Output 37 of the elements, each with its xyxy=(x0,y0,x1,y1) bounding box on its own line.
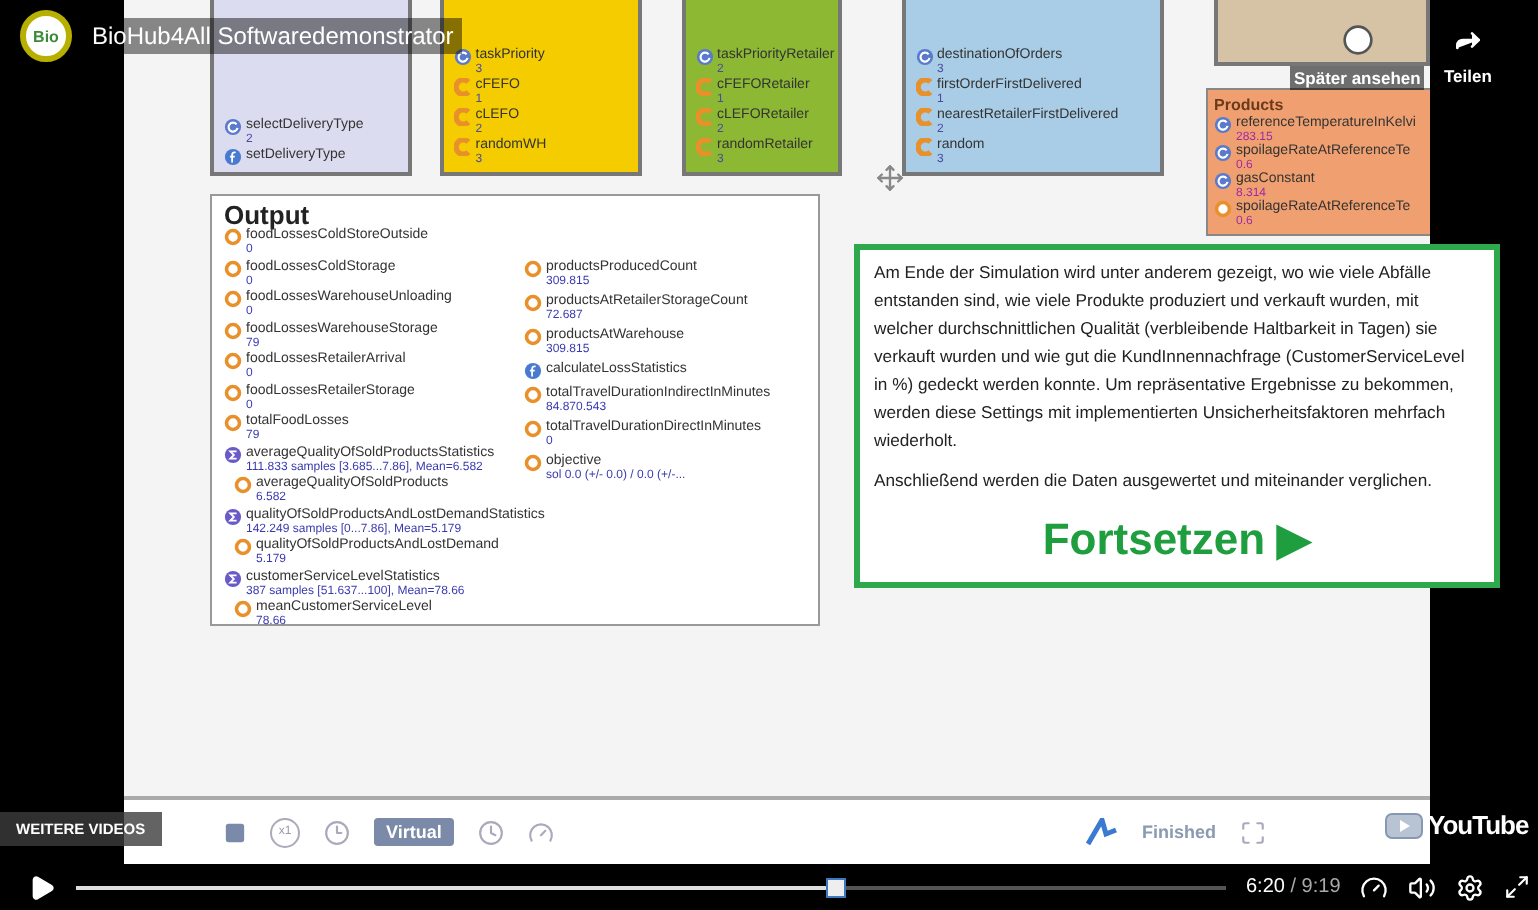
move-cursor-icon xyxy=(876,164,904,192)
variable-icon xyxy=(1214,200,1232,218)
statistics-icon xyxy=(224,445,242,463)
function-icon xyxy=(224,148,242,166)
progress-handle[interactable] xyxy=(826,877,847,897)
variable-icon xyxy=(234,538,252,556)
volume-icon[interactable] xyxy=(1408,873,1437,901)
parameter-icon xyxy=(1214,172,1232,190)
play-icon[interactable] xyxy=(28,873,56,901)
action-label[interactable]: Später ansehen xyxy=(1290,66,1425,90)
statistics-icon xyxy=(224,507,242,525)
mode-button[interactable]: Virtual xyxy=(374,818,454,846)
parameter-icon xyxy=(1214,144,1232,162)
parameter-icon xyxy=(695,48,713,66)
parameter-icon xyxy=(1214,116,1232,134)
status-text: Finished xyxy=(1141,822,1216,842)
function-icon xyxy=(524,362,542,380)
brand-logo[interactable]: YouTube xyxy=(1428,810,1529,840)
gauge-icon[interactable] xyxy=(1360,873,1389,901)
panel-title: Output xyxy=(224,202,310,228)
logo-icon xyxy=(1085,818,1118,846)
variable-icon xyxy=(234,600,252,618)
stop-icon[interactable] xyxy=(224,821,246,843)
variable-icon xyxy=(234,476,252,494)
continue-link[interactable]: Fortsetzen ▶ xyxy=(1042,514,1312,566)
statistics-icon xyxy=(224,569,242,587)
parameter-icon xyxy=(453,48,472,66)
action-label[interactable]: Teilen xyxy=(1444,66,1492,86)
info-paragraph: Am Ende der Simulation wird unter anderem gezeigt, wo wie viele Abfälle entstanden sind, wie viele Produkte produziert und verkauft wurden, mit welcher durchschnittlichen Qualität (verbleibende Haltbarkeit in Tagen) sie verkauft wurden und wie gut die KundInnennachfrage (CustomerServiceLevel in %) gedeckt werden konnte. Um repräsentative Ergebnisse zu bekommen, werden diese Settings mit implementierten Unsicherheitsfaktoren mehrfach wiederholt. xyxy=(874,260,1467,454)
panel-title: Products xyxy=(1214,96,1286,114)
fullscreen-icon[interactable] xyxy=(1504,874,1531,900)
parameter-icon xyxy=(915,48,933,66)
time-display: 6:20 / 9:19 xyxy=(1246,876,1341,898)
info-paragraph: Anschließend werden die Daten ausgewertet und miteinander verglichen. xyxy=(874,468,1434,494)
play-box-icon xyxy=(1384,811,1424,839)
parameter-icon xyxy=(224,118,242,136)
settings-icon[interactable] xyxy=(1456,873,1485,901)
